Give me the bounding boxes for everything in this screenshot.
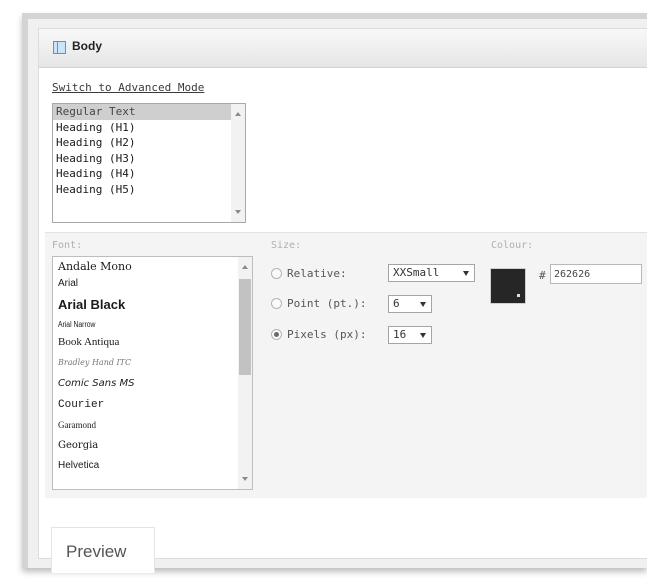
style-option-h3[interactable]: Heading (H3)	[53, 151, 245, 167]
style-option-h4[interactable]: Heading (H4)	[53, 166, 245, 182]
size-relative-radio[interactable]	[271, 268, 282, 279]
font-option-arial-narrow[interactable]: Arial Narrow	[58, 320, 95, 329]
font-option-georgia[interactable]: Georgia	[58, 440, 98, 451]
font-option-garamond[interactable]: Garamond	[58, 420, 96, 430]
style-option-h5[interactable]: Heading (H5)	[53, 182, 245, 198]
size-point-radio[interactable]	[271, 298, 282, 309]
style-option-regular-text[interactable]: Regular Text	[53, 104, 231, 120]
font-option-andale-mono[interactable]: Andale Mono	[58, 260, 132, 273]
size-relative-label: Relative:	[287, 267, 347, 280]
text-block-icon	[53, 41, 66, 54]
hex-hash-symbol: #	[539, 269, 546, 282]
colour-label: Colour:	[491, 240, 534, 251]
font-option-comic-sans[interactable]: Comic Sans MS	[58, 378, 134, 389]
tab-preview[interactable]: Preview	[51, 527, 155, 573]
font-option-arial-black[interactable]: Arial Black	[58, 297, 125, 312]
pixel-size-value: 16	[393, 328, 407, 341]
size-pixels-radio[interactable]	[271, 329, 282, 340]
size-point-label: Point (pt.):	[287, 297, 367, 310]
editor-window: Body Switch to Advanced Mode Regular Tex…	[22, 13, 647, 573]
font-option-courier[interactable]: Courier	[58, 399, 104, 411]
hex-colour-input[interactable]	[550, 264, 642, 284]
colour-swatch[interactable]	[490, 268, 526, 304]
size-label: Size:	[271, 240, 302, 251]
font-label: Font:	[52, 240, 83, 251]
font-list-scrollbar[interactable]	[238, 257, 252, 489]
panel-header: Body	[39, 29, 647, 68]
point-size-select[interactable]: 6	[388, 295, 432, 313]
font-option-arial[interactable]: Arial	[58, 278, 78, 289]
font-option-book-antiqua[interactable]: Book Antiqua	[58, 336, 119, 348]
chevron-down-icon	[420, 333, 426, 338]
style-option-h2[interactable]: Heading (H2)	[53, 135, 245, 151]
scroll-up-arrow-icon[interactable]	[242, 265, 248, 269]
chevron-down-icon	[420, 302, 426, 307]
panel-title: Body	[72, 39, 102, 53]
point-size-value: 6	[393, 297, 400, 310]
scroll-down-arrow-icon[interactable]	[235, 210, 241, 214]
style-option-h1[interactable]: Heading (H1)	[53, 120, 245, 136]
style-list-scrollbar[interactable]	[231, 104, 245, 222]
scroll-up-arrow-icon[interactable]	[235, 112, 241, 116]
size-pixels-label: Pixels (px):	[287, 328, 367, 341]
chevron-down-icon	[463, 271, 469, 276]
tab-preview-label: Preview	[66, 542, 127, 561]
font-list-scroll-thumb[interactable]	[239, 279, 251, 375]
format-section: Font: Size: Colour: Andale Mono Arial Ar…	[45, 232, 647, 498]
pixel-size-select[interactable]: 16	[388, 326, 432, 344]
font-option-helvetica[interactable]: Helvetica	[58, 460, 99, 471]
font-listbox[interactable]: Andale Mono Arial Arial Black Arial Narr…	[52, 256, 253, 490]
switch-advanced-mode-link[interactable]: Switch to Advanced Mode	[52, 81, 204, 94]
body-style-panel: Body Switch to Advanced Mode Regular Tex…	[38, 28, 647, 573]
relative-size-value: XXSmall	[393, 266, 440, 279]
text-style-listbox[interactable]: Regular Text Heading (H1) Heading (H2) H…	[52, 103, 246, 223]
relative-size-select[interactable]: XXSmall	[388, 264, 475, 282]
scroll-down-arrow-icon[interactable]	[242, 477, 248, 481]
font-option-bradley-hand[interactable]: Bradley Hand ITC	[58, 358, 131, 367]
